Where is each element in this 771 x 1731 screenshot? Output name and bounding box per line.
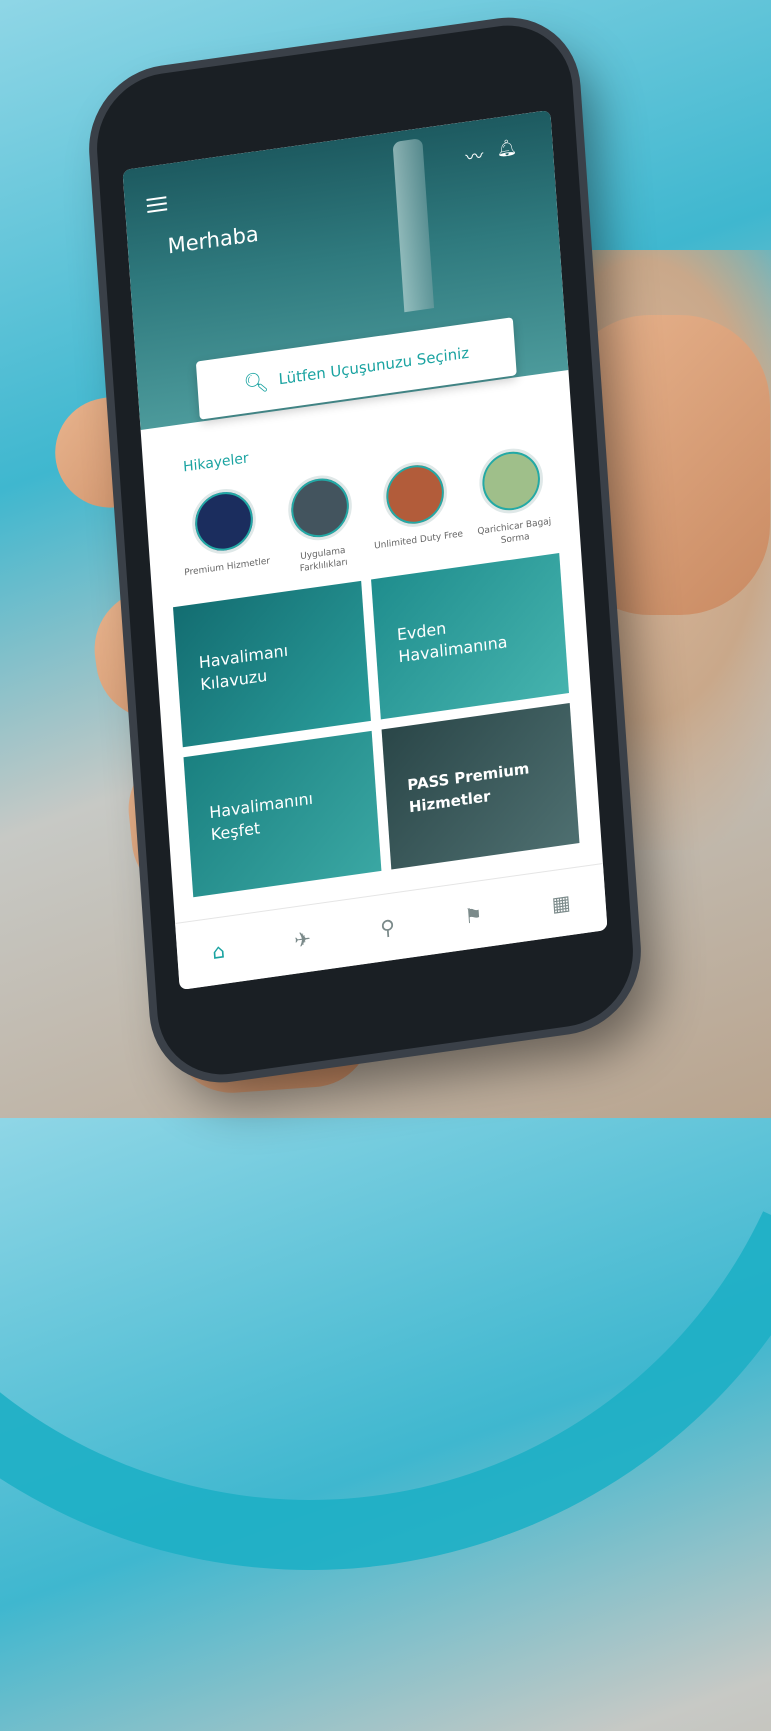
story-label: Uygulama Farklılıkları: [299, 545, 348, 575]
qr-code-icon[interactable]: ▦: [551, 890, 571, 917]
home-icon[interactable]: ⌂: [211, 938, 225, 964]
story-label: Qarichicar Bagaj Sorma: [477, 516, 552, 547]
greeting-text: Merhaba: [166, 221, 260, 259]
tile-label: PASS Premium Hizmetler: [406, 759, 530, 817]
feed-icon[interactable]: 〰: [465, 142, 485, 171]
hamburger-menu-icon[interactable]: [146, 192, 168, 217]
tile-premium-services[interactable]: PASS Premium Hizmetler: [381, 703, 580, 870]
phone-device: 〰 🔔︎ Merhaba 🔍︎ Lütfen Uçuşunuzu Seçiniz…: [92, 16, 638, 1084]
app-screen: 〰 🔔︎ Merhaba 🔍︎ Lütfen Uçuşunuzu Seçiniz…: [122, 109, 608, 991]
story-thumbnail: [190, 484, 258, 558]
story-item[interactable]: Qarichicar Bagaj Sorma: [464, 443, 560, 552]
tile-label: Havalimanını Keşfet: [208, 788, 314, 845]
flight-select-label: Lütfen Uçuşunuzu Seçiniz: [278, 343, 470, 389]
tile-home-to-airport[interactable]: Evden Havalimanına: [371, 553, 569, 720]
bell-icon[interactable]: 🔔︎: [496, 137, 517, 159]
story-item[interactable]: Premium Hizmetler: [177, 483, 273, 592]
story-item[interactable]: Uygulama Farklılıkları: [273, 470, 369, 579]
tile-explore-airport[interactable]: Havalimanını Keşfet: [183, 730, 382, 898]
phone-wrapper: 〰 🔔︎ Merhaba 🔍︎ Lütfen Uçuşunuzu Seçiniz…: [10, 16, 770, 1130]
airport-tower-image: [392, 138, 435, 313]
story-label: Premium Hizmetler: [184, 556, 271, 579]
search-icon: 🔍︎: [242, 368, 270, 397]
signpost-icon[interactable]: ⚑: [464, 902, 483, 928]
location-pin-icon[interactable]: ⚲: [380, 914, 396, 940]
tile-airport-guide[interactable]: Havalimanı Kılavuzu: [173, 580, 371, 748]
flight-icon[interactable]: ✈: [293, 926, 311, 952]
stories-title: Hikayeler: [182, 450, 250, 476]
story-thumbnail: [477, 444, 546, 518]
story-item[interactable]: Unlimited Duty Free: [369, 456, 465, 565]
tile-label: Havalimanı Kılavuzu: [198, 640, 289, 695]
tile-label: Evden Havalimanına: [396, 618, 508, 667]
story-label: Unlimited Duty Free: [373, 529, 464, 552]
story-thumbnail: [285, 471, 354, 545]
story-thumbnail: [381, 457, 450, 531]
